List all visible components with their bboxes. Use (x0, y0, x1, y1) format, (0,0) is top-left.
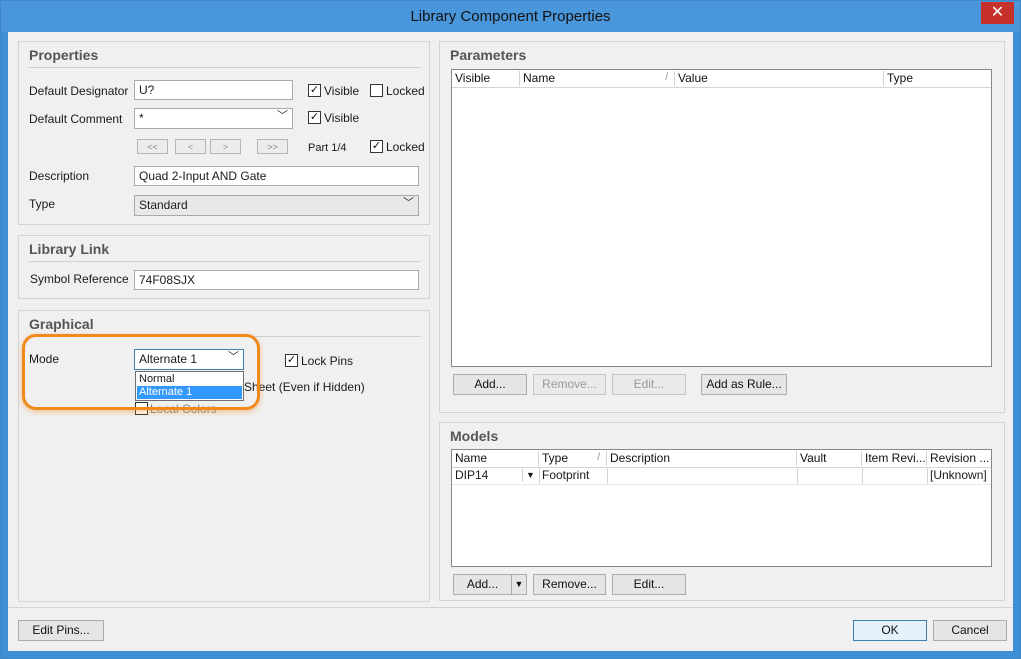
divider (927, 467, 928, 484)
symbol-reference-input[interactable]: 74F08SJX (134, 270, 419, 290)
chevron-down-icon: ﹀ (403, 197, 414, 209)
models-add-button[interactable]: Add... (453, 574, 511, 595)
dialog-client-area: Properties Default Designator U? ✓ Visib… (8, 32, 1013, 651)
column-header-name-label: Name (523, 71, 556, 85)
models-group-title: Models (450, 428, 499, 444)
comment-visible-label: Visible (324, 111, 360, 125)
parameters-group: Parameters Visible Name / Value Type Add… (439, 41, 1005, 413)
graphical-group: Graphical Mode Alternate 1 ﹀ Normal Alte… (18, 310, 430, 602)
models-add-dropdown-icon[interactable]: ▼ (511, 574, 527, 595)
divider (8, 607, 1013, 608)
default-designator-label: Default Designator (29, 84, 129, 98)
cancel-button[interactable]: Cancel (933, 620, 1007, 641)
previous-part-button[interactable]: < (175, 139, 206, 154)
divider (29, 261, 421, 262)
column-header-type[interactable]: Type / (539, 451, 607, 466)
divider (539, 467, 540, 484)
symbol-reference-label: Symbol Reference (30, 272, 129, 286)
parameters-remove-button[interactable]: Remove... (533, 374, 606, 395)
column-header-type-label: Type (542, 451, 569, 465)
sort-icon: / (597, 452, 600, 463)
graphical-group-title: Graphical (29, 316, 94, 332)
type-value: Standard (139, 198, 188, 212)
designator-visible-label: Visible (324, 84, 360, 98)
column-header-item-revision[interactable]: Item Revi... (862, 451, 927, 466)
models-group: Models Name Type / Description Vault Ite… (439, 422, 1005, 601)
sort-icon: / (665, 72, 668, 83)
part-indicator: Part 1/4 (308, 142, 347, 154)
parameters-table[interactable]: Visible Name / Value Type (451, 69, 992, 367)
divider (797, 467, 798, 484)
show-all-pins-label: Sheet (Even if Hidden) (244, 380, 365, 394)
type-label: Type (29, 197, 56, 211)
lock-pins-label: Lock Pins (301, 354, 354, 368)
description-label: Description (29, 169, 90, 183)
ok-button[interactable]: OK (853, 620, 927, 641)
default-comment-label: Default Comment (29, 112, 123, 126)
column-header-value[interactable]: Value (675, 71, 884, 86)
parameters-table-header: Visible Name / Value Type (452, 70, 991, 88)
divider (29, 67, 421, 68)
caret-down-icon[interactable]: ▼ (522, 468, 538, 482)
column-header-name[interactable]: Name (452, 451, 539, 466)
description-input[interactable]: Quad 2-Input AND Gate (134, 166, 419, 186)
column-header-visible[interactable]: Visible (452, 71, 520, 86)
model-name-cell: DIP14 (455, 468, 489, 482)
library-link-group-title: Library Link (29, 241, 110, 257)
models-edit-button[interactable]: Edit... (612, 574, 686, 595)
divider (862, 467, 863, 484)
add-as-rule-button[interactable]: Add as Rule... (701, 374, 787, 395)
lock-pins-checkbox[interactable]: ✓ (285, 354, 298, 367)
parameters-add-button[interactable]: Add... (453, 374, 527, 395)
default-designator-input[interactable]: U? (134, 80, 293, 100)
title-bar[interactable]: Library Component Properties ✕ (1, 1, 1020, 32)
edit-pins-button[interactable]: Edit Pins... (18, 620, 104, 641)
chevron-down-icon: ﹀ (277, 110, 288, 122)
parameters-group-title: Parameters (450, 47, 527, 63)
models-table-header: Name Type / Description Vault Item Revi.… (452, 450, 991, 468)
model-type-cell: Footprint (542, 468, 590, 482)
window-title: Library Component Properties (410, 8, 611, 25)
close-button[interactable]: ✕ (981, 2, 1014, 24)
column-header-description[interactable]: Description (607, 451, 797, 466)
parameters-edit-button[interactable]: Edit... (612, 374, 686, 395)
dialog-window: Library Component Properties ✕ Propertie… (0, 0, 1021, 659)
column-header-revision[interactable]: Revision ... (927, 451, 991, 466)
type-select[interactable]: Standard ﹀ (134, 195, 419, 216)
designator-locked-label: Locked (386, 84, 425, 98)
table-row[interactable]: DIP14 ▼ Footprint [Unknown] (452, 467, 991, 485)
column-header-vault[interactable]: Vault (797, 451, 862, 466)
last-part-button[interactable]: >> (257, 139, 288, 154)
library-link-group: Library Link Symbol Reference 74F08SJX (18, 235, 430, 299)
column-header-name[interactable]: Name / (520, 71, 675, 86)
part-locked-checkbox[interactable]: ✓ (370, 140, 383, 153)
models-remove-button[interactable]: Remove... (533, 574, 606, 595)
column-header-type[interactable]: Type (884, 71, 991, 86)
next-part-button[interactable]: > (210, 139, 241, 154)
designator-visible-checkbox[interactable]: ✓ (308, 84, 321, 97)
comment-visible-checkbox[interactable]: ✓ (308, 111, 321, 124)
properties-group-title: Properties (29, 47, 99, 63)
part-locked-label: Locked (386, 140, 425, 154)
default-comment-value: * (139, 111, 144, 125)
designator-locked-checkbox[interactable] (370, 84, 383, 97)
models-table[interactable]: Name Type / Description Vault Item Revi.… (451, 449, 992, 567)
divider (607, 467, 608, 484)
highlight-ring-annotation (22, 334, 260, 410)
default-comment-combo[interactable]: * ﹀ (134, 108, 293, 129)
first-part-button[interactable]: << (137, 139, 168, 154)
model-revision-cell: [Unknown] (930, 468, 987, 482)
properties-group: Properties Default Designator U? ✓ Visib… (18, 41, 430, 225)
